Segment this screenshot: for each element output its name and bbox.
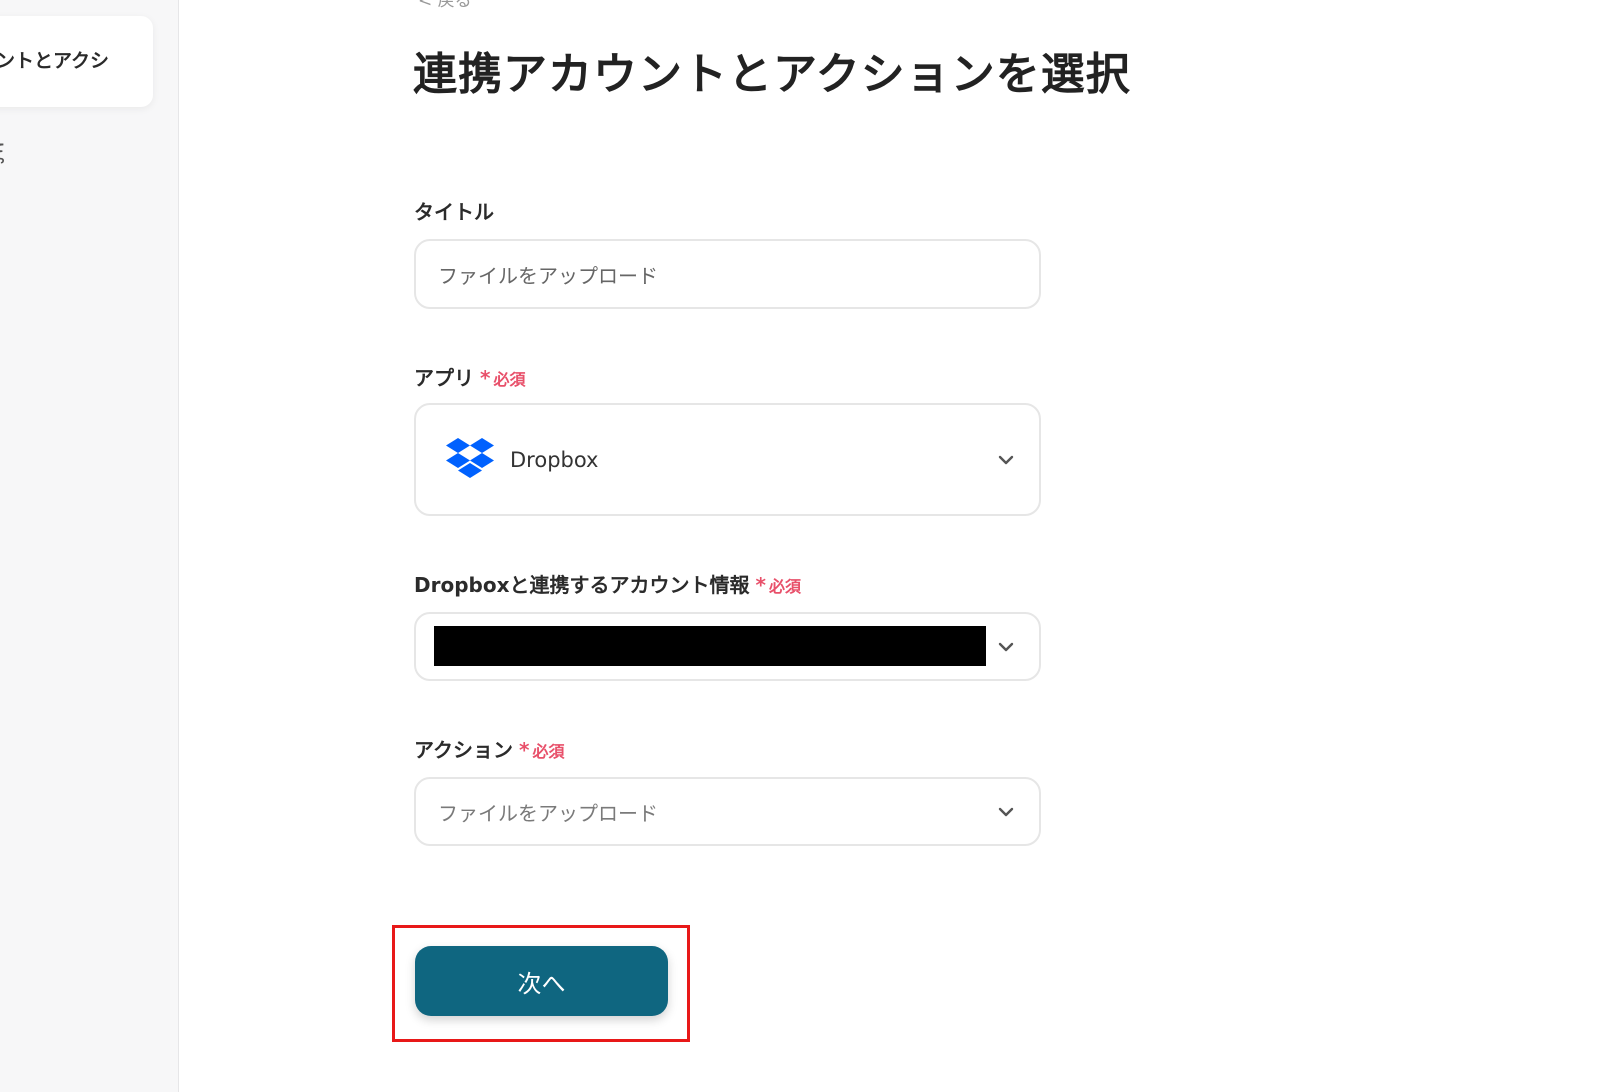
chevron-down-icon[interactable] [995, 801, 1017, 823]
account-field-label: Dropboxと連携するアカウント情報 * 必須 [414, 569, 801, 598]
app-label-text: アプリ [414, 366, 474, 390]
sidebar-step-active[interactable]: ントとアクシ [0, 16, 153, 107]
selected-app-name: Dropbox [510, 447, 599, 472]
sidebar-step-label: ントとアクシ [0, 50, 110, 72]
required-badge: 必須 [768, 577, 801, 596]
action-label-text: アクション [414, 738, 513, 762]
chevron-down-icon[interactable] [995, 449, 1017, 471]
required-badge: 必須 [532, 742, 565, 761]
required-asterisk: * [480, 366, 491, 390]
back-link[interactable]: < 戻る [418, 0, 472, 11]
required-badge: 必須 [493, 370, 526, 389]
title-input[interactable] [416, 241, 1039, 307]
sidebar-step-next-label: ξ [0, 140, 5, 164]
app-select[interactable]: Dropbox [414, 403, 1041, 516]
sidebar: ントとアクシ ξ [0, 0, 179, 1092]
chevron-down-icon[interactable] [995, 636, 1017, 658]
account-select[interactable] [414, 612, 1041, 681]
required-asterisk: * [755, 573, 766, 597]
dropbox-icon [446, 437, 494, 478]
app-field-label: アプリ * 必須 [414, 362, 525, 391]
page-title: 連携アカウントとアクションを選択 [413, 49, 1131, 100]
action-field-label: アクション * 必須 [414, 734, 564, 763]
title-field-label: タイトル [414, 196, 494, 225]
action-select[interactable]: ファイルをアップロード [414, 777, 1041, 846]
required-asterisk: * [519, 738, 530, 762]
next-button[interactable]: 次へ [415, 946, 668, 1016]
title-field [414, 239, 1041, 309]
redacted-account-value [434, 626, 986, 666]
selected-action: ファイルをアップロード [438, 801, 658, 825]
title-label-text: タイトル [414, 200, 494, 224]
page: ントとアクシ ξ < 戻る 連携アカウントとアクションを選択 タイトル アプリ … [0, 0, 1600, 1092]
account-label-text: Dropboxと連携するアカウント情報 [414, 573, 750, 597]
